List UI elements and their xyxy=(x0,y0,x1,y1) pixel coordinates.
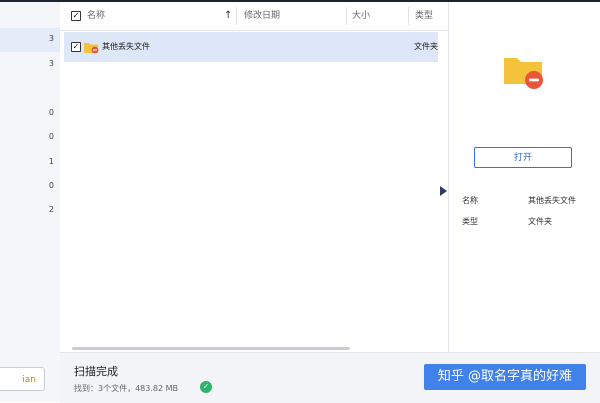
sort-arrow-icon[interactable]: ↑ xyxy=(224,2,232,30)
watermark-logo: 知乎 @取名字真的好难 xyxy=(424,364,586,390)
column-header-type[interactable]: 类型 xyxy=(415,2,433,30)
select-all-checkbox[interactable]: ✓ xyxy=(71,11,81,21)
sidebar-count: 1 xyxy=(48,157,54,166)
detail-type-label: 类型 xyxy=(462,217,478,226)
column-header-size[interactable]: 大小 xyxy=(352,2,370,30)
column-divider[interactable] xyxy=(346,7,347,25)
detail-name-label: 名称 xyxy=(462,196,478,205)
row-checkbox[interactable]: ✓ xyxy=(71,42,81,52)
column-header-modified[interactable]: 修改日期 xyxy=(244,2,280,30)
column-divider[interactable] xyxy=(236,7,237,25)
scan-found-summary: 找到：3个文件，483.82 MB xyxy=(74,384,179,393)
sidebar-count: 0 xyxy=(48,132,54,141)
sidebar-action-button[interactable]: ian xyxy=(0,367,45,391)
column-header-name[interactable]: 名称 xyxy=(87,2,105,30)
folder-icon xyxy=(84,43,99,54)
detail-name-value: 其他丢失文件 xyxy=(528,196,576,205)
sidebar-count: 0 xyxy=(48,108,54,117)
sidebar-count: 3 xyxy=(48,59,54,68)
horizontal-scrollbar[interactable] xyxy=(72,347,350,350)
sidebar-count: 0 xyxy=(48,181,54,190)
sidebar: 3 3 0 0 1 0 2 ian xyxy=(0,2,60,402)
sidebar-count: 2 xyxy=(48,205,54,214)
expand-panel-arrow-icon[interactable] xyxy=(440,186,447,196)
file-list-header: ✓ 名称 ↑ 修改日期 大小 类型 xyxy=(60,2,448,31)
row-file-name: 其他丢失文件 xyxy=(102,42,150,51)
detail-type-value: 文件夹 xyxy=(528,217,552,226)
open-button[interactable]: 打开 xyxy=(474,147,572,168)
row-file-type: 文件夹 xyxy=(414,42,438,51)
file-list: ✓ 名称 ↑ 修改日期 大小 类型 ✓ 其他丢失文件 文件夹 xyxy=(60,2,448,350)
detail-panel: 打开 名称 其他丢失文件 类型 文件夹 xyxy=(449,2,600,347)
column-divider[interactable] xyxy=(408,7,409,25)
table-row[interactable]: ✓ 其他丢失文件 文件夹 xyxy=(64,32,438,62)
large-folder-icon xyxy=(504,58,543,89)
sidebar-count: 3 xyxy=(48,34,54,43)
check-circle-icon: ✓ xyxy=(200,381,212,393)
scan-status-title: 扫描完成 xyxy=(74,365,118,378)
